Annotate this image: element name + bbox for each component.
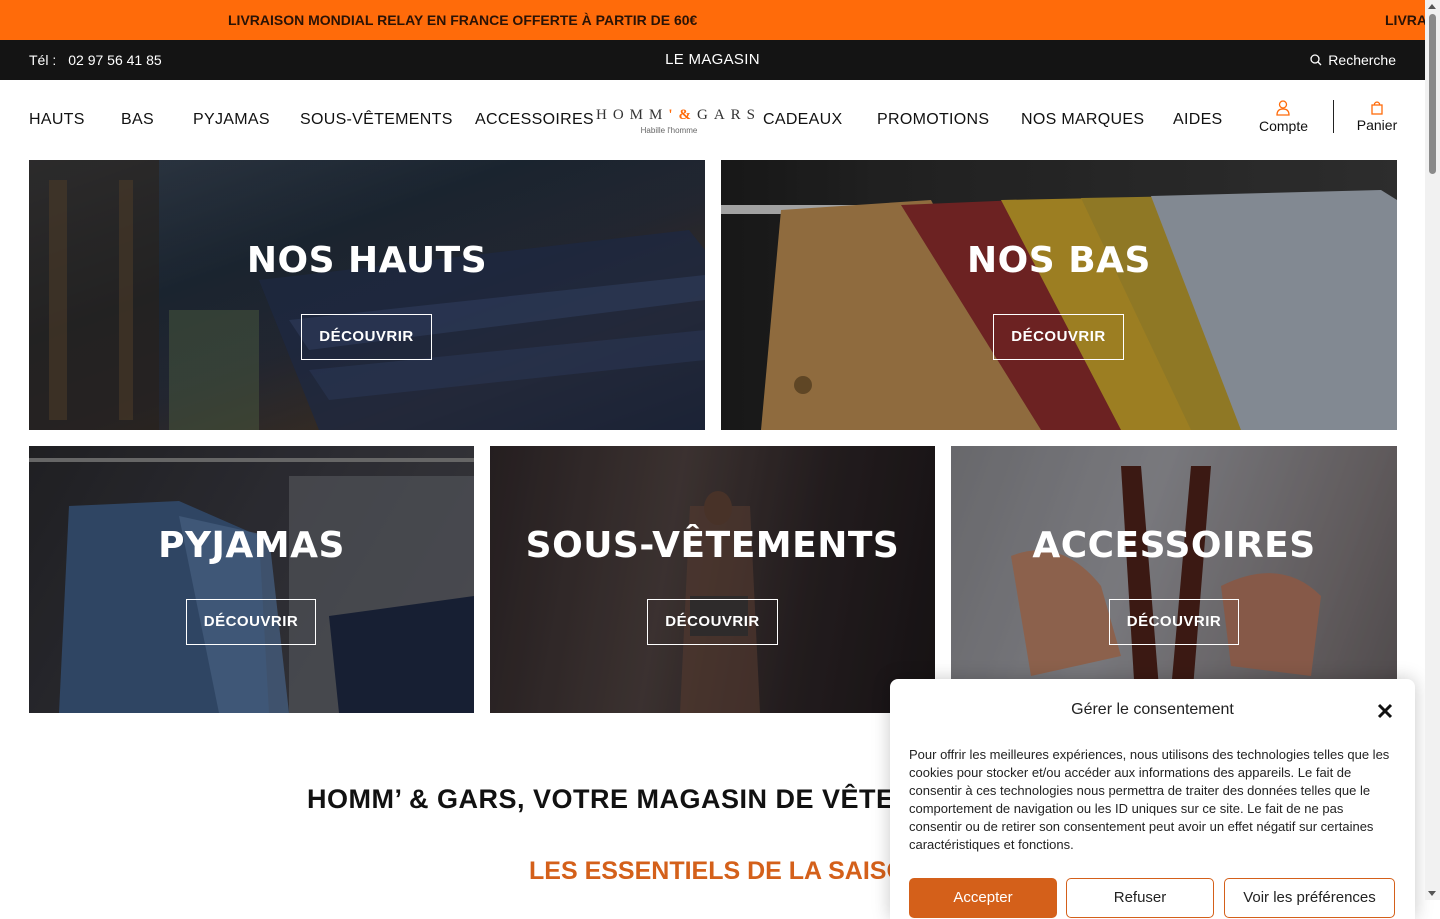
search-button[interactable]: Recherche	[1310, 52, 1396, 68]
nav-item-bas[interactable]: BAS	[121, 111, 154, 129]
main-navigation: HAUTS BAS PYJAMAS SOUS-VÊTEMENTS ACCESSO…	[0, 80, 1440, 160]
discover-button[interactable]: DÉCOUVRIR	[647, 599, 778, 645]
pyjamas-photo-shapes	[29, 446, 474, 713]
nav-item-aides[interactable]: AIDES	[1173, 111, 1223, 129]
cart-label: Panier	[1356, 117, 1398, 133]
underwear-photo-shapes	[490, 446, 935, 713]
nav-item-sous-vetements[interactable]: SOUS-VÊTEMENTS	[300, 111, 453, 129]
accept-button[interactable]: Accepter	[909, 878, 1057, 918]
search-label: Recherche	[1328, 52, 1396, 68]
tile-title: PYJAMAS	[158, 525, 345, 566]
discover-button[interactable]: DÉCOUVRIR	[993, 314, 1124, 360]
discover-button[interactable]: DÉCOUVRIR	[301, 314, 432, 360]
shirts-photo-shapes	[29, 160, 705, 430]
category-tile-sous-vetements[interactable]: SOUS-VÊTEMENTS DÉCOUVRIR	[490, 446, 935, 713]
accessories-photo-shapes	[951, 446, 1397, 713]
category-tile-hauts[interactable]: NOS HAUTS DÉCOUVRIR	[29, 160, 705, 430]
category-tile-accessoires[interactable]: ACCESSOIRES DÉCOUVRIR	[951, 446, 1397, 713]
store-link[interactable]: LE MAGASIN	[0, 51, 1425, 68]
bag-icon	[1371, 101, 1383, 115]
promo-text: LIVRAISON MONDIAL RELAY EN FRANCE OFFERT…	[228, 12, 698, 28]
category-tile-pyjamas[interactable]: PYJAMAS DÉCOUVRIR	[29, 446, 474, 713]
logo-wordmark: HOMM'&GARS	[596, 107, 762, 123]
scroll-up-arrow[interactable]	[1428, 4, 1436, 9]
site-logo[interactable]: HOMM'&GARS Habille l'homme	[596, 107, 762, 135]
cookie-consent-dialog: Gérer le consentement Pour offrir les me…	[890, 679, 1415, 919]
consent-body: Pour offrir les meilleures expériences, …	[909, 747, 1390, 852]
scroll-down-arrow[interactable]	[1428, 891, 1436, 896]
search-icon	[1310, 54, 1322, 66]
preferences-button[interactable]: Voir les préférences	[1224, 878, 1395, 918]
logo-tagline: Habille l'homme	[640, 126, 698, 135]
page-headline: HOMM’ & GARS, VOTRE MAGASIN DE VÊTEMENTS	[307, 784, 992, 814]
promo-banner: LIVRAISON MONDIAL RELAY EN FRANCE OFFERT…	[0, 0, 1440, 40]
scrollbar-thumb[interactable]	[1429, 14, 1436, 174]
discover-button[interactable]: DÉCOUVRIR	[1109, 599, 1239, 645]
nav-item-accessoires[interactable]: ACCESSOIRES	[475, 111, 594, 129]
discover-button[interactable]: DÉCOUVRIR	[186, 599, 316, 645]
tile-title: NOS HAUTS	[246, 240, 488, 281]
consent-title: Gérer le consentement	[1071, 701, 1234, 718]
nav-item-cadeaux[interactable]: CADEAUX	[763, 111, 842, 129]
cart-button[interactable]: Panier	[1356, 101, 1398, 133]
close-icon[interactable]	[1375, 701, 1395, 721]
nav-item-nos-marques[interactable]: NOS MARQUES	[1021, 111, 1144, 129]
tile-title: NOS BAS	[967, 240, 1151, 281]
top-bar: Tél :02 97 56 41 85 LE MAGASIN Recherche	[0, 40, 1440, 80]
nav-divider	[1333, 100, 1334, 133]
user-icon	[1276, 100, 1290, 116]
nav-item-promotions[interactable]: PROMOTIONS	[877, 111, 989, 129]
page-scrollbar[interactable]	[1425, 0, 1440, 900]
section-subheadline: LES ESSENTIELS DE LA SAISON	[529, 857, 924, 885]
category-tile-bas[interactable]: NOS BAS DÉCOUVRIR	[721, 160, 1397, 430]
tile-title: SOUS-VÊTEMENTS	[525, 525, 900, 566]
tile-title: ACCESSOIRES	[1032, 525, 1316, 566]
trousers-photo-shapes	[721, 160, 1397, 430]
account-button[interactable]: Compte	[1259, 100, 1309, 134]
account-label: Compte	[1259, 118, 1309, 134]
refuse-button[interactable]: Refuser	[1066, 878, 1214, 918]
nav-item-pyjamas[interactable]: PYJAMAS	[193, 111, 270, 129]
nav-item-hauts[interactable]: HAUTS	[29, 111, 85, 129]
promo-text-repeat: LIVRA	[1385, 12, 1427, 28]
